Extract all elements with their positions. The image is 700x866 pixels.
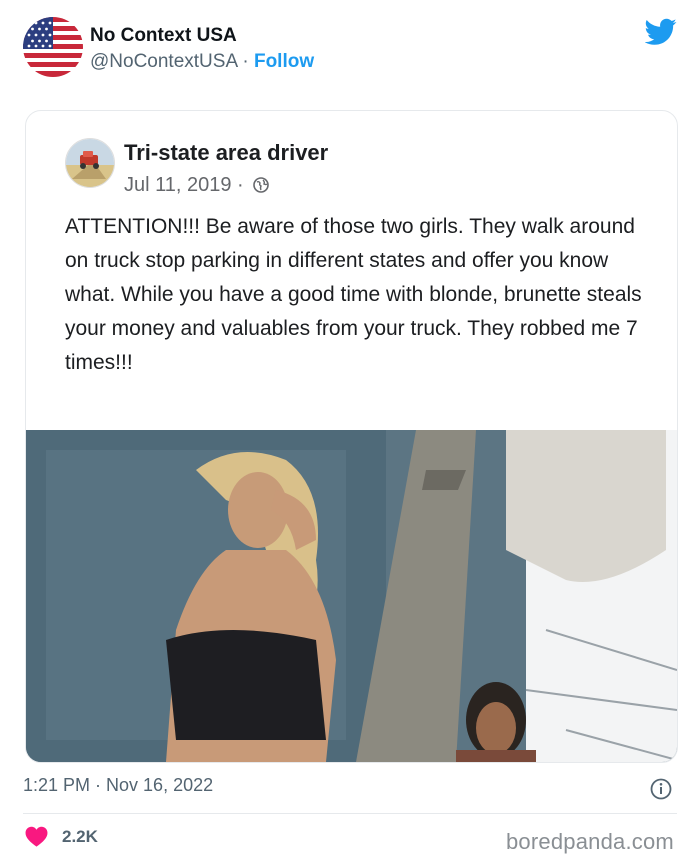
like-count: 2.2K <box>62 826 98 846</box>
fb-post-date: Jul 11, 2019 · <box>124 174 244 196</box>
follow-button[interactable]: Follow <box>254 51 314 72</box>
fb-post-text: ATTENTION!!! Be aware of those two girls… <box>65 215 642 374</box>
fb-author-avatar <box>65 138 115 188</box>
us-flag-avatar[interactable] <box>23 17 83 77</box>
watermark: boredpanda.com <box>506 829 674 854</box>
globe-icon <box>253 177 270 193</box>
fb-post-date-line: Jul 11, 2019 · <box>124 174 270 197</box>
fb-author-name: Tri-state area driver <box>124 140 329 165</box>
media-card[interactable]: Tri-state area driver Jul 11, 2019 · ATT… <box>25 110 678 763</box>
tweet-timestamp[interactable]: 1:21 PM · Nov 16, 2022 <box>23 775 213 796</box>
twitter-bird-icon[interactable] <box>645 18 677 46</box>
author-handle-line: @NoContextUSA · Follow <box>90 51 314 73</box>
heart-icon <box>25 826 48 847</box>
author-handle[interactable]: @NoContextUSA <box>90 51 237 72</box>
post-photo <box>26 430 677 762</box>
info-icon[interactable] <box>650 778 672 800</box>
like-button[interactable]: 2.2K <box>25 826 98 847</box>
divider <box>23 813 677 814</box>
tweet-header: No Context USA @NoContextUSA · Follow <box>0 0 700 100</box>
handle-separator: · <box>237 51 254 72</box>
author-name[interactable]: No Context USA <box>90 25 237 47</box>
